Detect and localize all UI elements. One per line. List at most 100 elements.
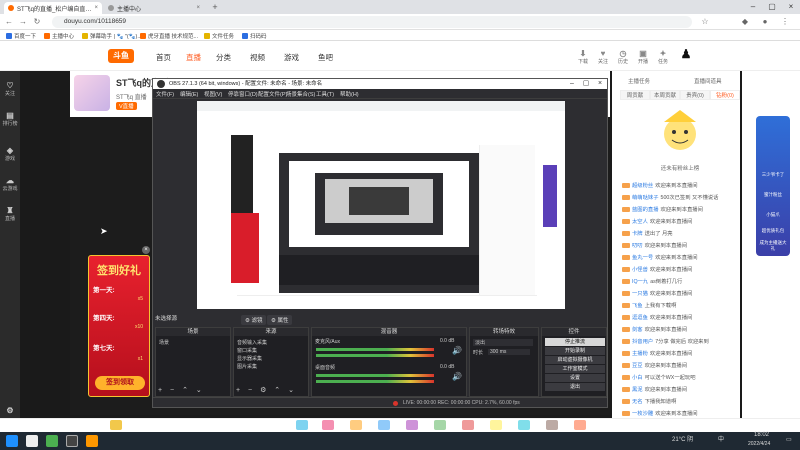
gift-icon[interactable] bbox=[518, 420, 530, 430]
bookmark-item[interactable]: 虎牙直播 技术规范... bbox=[140, 32, 198, 40]
nav-home[interactable]: 首页 bbox=[156, 52, 171, 63]
gift-icon[interactable] bbox=[574, 420, 586, 430]
extension-icon[interactable]: ◆ bbox=[740, 17, 750, 27]
history-icon[interactable]: ◷ 历史 bbox=[615, 49, 631, 65]
sidebar-item-rank[interactable]: ▤ 排行榜 bbox=[0, 111, 20, 127]
gift-icon[interactable] bbox=[296, 420, 308, 430]
close-icon[interactable]: × bbox=[196, 5, 200, 11]
close-icon[interactable]: × bbox=[94, 5, 98, 11]
gift-icon[interactable] bbox=[350, 420, 362, 430]
windows-start-icon[interactable] bbox=[6, 435, 18, 447]
menu-view[interactable]: 视图(V) bbox=[204, 90, 222, 98]
menu-help[interactable]: 帮助(H) bbox=[340, 90, 359, 98]
star-icon[interactable]: ☆ bbox=[700, 17, 710, 27]
bookmark-item[interactable]: 百度一下 bbox=[6, 32, 36, 40]
nav-game[interactable]: 游戏 bbox=[284, 52, 299, 63]
download-icon[interactable]: ⬇ 下载 bbox=[575, 49, 591, 65]
side-promo[interactable]: 三少爷卡了 蜜汁粉丝 小猫爪 超优质礼包 成为主播送大礼 bbox=[756, 116, 790, 256]
tab-vip[interactable]: 贵宾(0) bbox=[680, 90, 710, 100]
tab-week[interactable]: 周贡献 bbox=[620, 90, 650, 100]
gift-icon[interactable] bbox=[406, 420, 418, 430]
sidebar-item-cloud[interactable]: ☁ 云游戏 bbox=[0, 176, 20, 192]
ime-indicator[interactable]: 中 bbox=[718, 434, 724, 443]
close-icon[interactable]: × bbox=[142, 246, 150, 254]
menu-profile[interactable]: 配置文件(P) bbox=[258, 90, 287, 98]
menu-icon[interactable]: ⋮ bbox=[780, 17, 790, 27]
clock-date[interactable]: 2022/4/24 bbox=[748, 441, 770, 447]
weather[interactable]: 21°C 阴 bbox=[672, 434, 693, 443]
nav-category[interactable]: 分类 bbox=[216, 52, 231, 63]
virtual-camera-button[interactable]: 启动虚拟摄像机 bbox=[545, 356, 605, 364]
streamer-avatar[interactable] bbox=[74, 75, 110, 111]
room-props-link[interactable]: 直播间道具 bbox=[694, 77, 722, 85]
close-icon[interactable]: × bbox=[593, 79, 607, 89]
obs-preview[interactable] bbox=[197, 101, 565, 309]
notification-icon[interactable]: ▭ bbox=[786, 436, 792, 443]
source-item[interactable]: 音频输入采集 bbox=[237, 339, 267, 346]
settings-icon[interactable]: ⚙ bbox=[0, 406, 20, 415]
speaker-muted-icon[interactable]: 🔊 bbox=[452, 346, 462, 356]
settings-button[interactable]: 设置 bbox=[545, 374, 605, 382]
browser-tab[interactable]: 主播中心 × bbox=[104, 2, 204, 14]
stop-streaming-button[interactable]: 停止推流 bbox=[545, 338, 605, 346]
dock-buttons[interactable]: + − ⚙ ⌃ ⌄ bbox=[236, 386, 297, 394]
gift-icon[interactable] bbox=[434, 420, 446, 430]
gift-icon[interactable] bbox=[462, 420, 474, 430]
gift-icon[interactable] bbox=[490, 420, 502, 430]
tab-this-week[interactable]: 本周贡献 bbox=[650, 90, 680, 100]
broadcast-icon[interactable]: ▣ 开播 bbox=[635, 49, 651, 65]
menu-file[interactable]: 文件(F) bbox=[156, 90, 174, 98]
gift-icon[interactable] bbox=[322, 420, 334, 430]
profile-icon[interactable]: ● bbox=[760, 17, 770, 27]
transition-select[interactable]: 淡出 bbox=[473, 339, 533, 346]
forward-icon[interactable]: → bbox=[18, 17, 28, 27]
close-window-icon[interactable]: × bbox=[782, 0, 800, 14]
menu-scene-collection[interactable]: 场景集合(S) bbox=[286, 90, 315, 98]
sidebar-item-live[interactable]: ♜ 直播 bbox=[0, 206, 20, 222]
new-tab-icon[interactable]: + bbox=[210, 2, 220, 12]
sidebar-item-follow[interactable]: ♡ 关注 bbox=[0, 81, 20, 97]
filters-button[interactable]: ⚙ 滤镜 bbox=[241, 315, 267, 325]
maximize-icon[interactable]: ▢ bbox=[579, 79, 593, 89]
scene-item[interactable]: 场景 bbox=[159, 339, 169, 346]
douyu-logo[interactable]: 斗鱼 bbox=[108, 49, 134, 63]
nav-fishbar[interactable]: 鱼吧 bbox=[318, 52, 333, 63]
task-icon[interactable]: ✦ 任务 bbox=[655, 49, 671, 65]
browser-tab[interactable]: ST飞q的直播_松户编自直播_斗鱼直播 × bbox=[4, 2, 102, 14]
sidebar-item-game[interactable]: ◈ 游戏 bbox=[0, 146, 20, 162]
menu-tools[interactable]: 工具(T) bbox=[316, 90, 334, 98]
minimize-icon[interactable]: – bbox=[744, 0, 762, 14]
dock-buttons[interactable]: + − ⌃ ⌄ bbox=[158, 386, 205, 394]
clock-time[interactable]: 18:02 bbox=[754, 432, 769, 438]
tab-diamond[interactable]: 钻粉(0) bbox=[710, 90, 740, 100]
source-item[interactable]: 图片采集 bbox=[237, 363, 257, 370]
source-item[interactable]: 显示器采集 bbox=[237, 355, 262, 362]
reload-icon[interactable]: ↻ bbox=[32, 17, 42, 27]
volume-slider[interactable] bbox=[316, 380, 434, 383]
nav-live[interactable]: 直播 bbox=[186, 52, 201, 63]
menu-edit[interactable]: 编辑(E) bbox=[180, 90, 198, 98]
streamer-task-link[interactable]: 主播任务 bbox=[628, 77, 650, 85]
duration-input[interactable]: 300 ms bbox=[488, 349, 530, 355]
bookmark-item[interactable]: 弹幕助手 | 🐾 "(🐾).. bbox=[82, 32, 140, 40]
obs-taskbar-icon[interactable] bbox=[66, 435, 78, 447]
bookmark-item[interactable]: 扫码码 bbox=[242, 32, 267, 40]
start-recording-button[interactable]: 开始录制 bbox=[545, 347, 605, 355]
nav-video[interactable]: 视频 bbox=[250, 52, 265, 63]
exit-button[interactable]: 退出 bbox=[545, 383, 605, 391]
bookmark-item[interactable]: 文件任务 bbox=[204, 32, 234, 40]
source-item[interactable]: 窗口采集 bbox=[237, 347, 257, 354]
gift-icon[interactable] bbox=[546, 420, 558, 430]
gift-icon[interactable] bbox=[378, 420, 390, 430]
volume-slider[interactable] bbox=[316, 354, 434, 357]
back-icon[interactable]: ← bbox=[4, 17, 14, 27]
url-input[interactable]: douyu.com/10118659 bbox=[52, 16, 692, 28]
speaker-muted-icon[interactable]: 🔊 bbox=[452, 372, 462, 382]
app-icon[interactable] bbox=[86, 435, 98, 447]
studio-mode-button[interactable]: 工作室模式 bbox=[545, 365, 605, 373]
properties-button[interactable]: ⚙ 属性 bbox=[267, 315, 293, 325]
chrome-icon[interactable] bbox=[46, 435, 58, 447]
menu-docks[interactable]: 停靠窗口(D) bbox=[228, 90, 258, 98]
gift-icon[interactable] bbox=[110, 420, 122, 430]
bookmark-item[interactable]: 主播中心 bbox=[44, 32, 74, 40]
